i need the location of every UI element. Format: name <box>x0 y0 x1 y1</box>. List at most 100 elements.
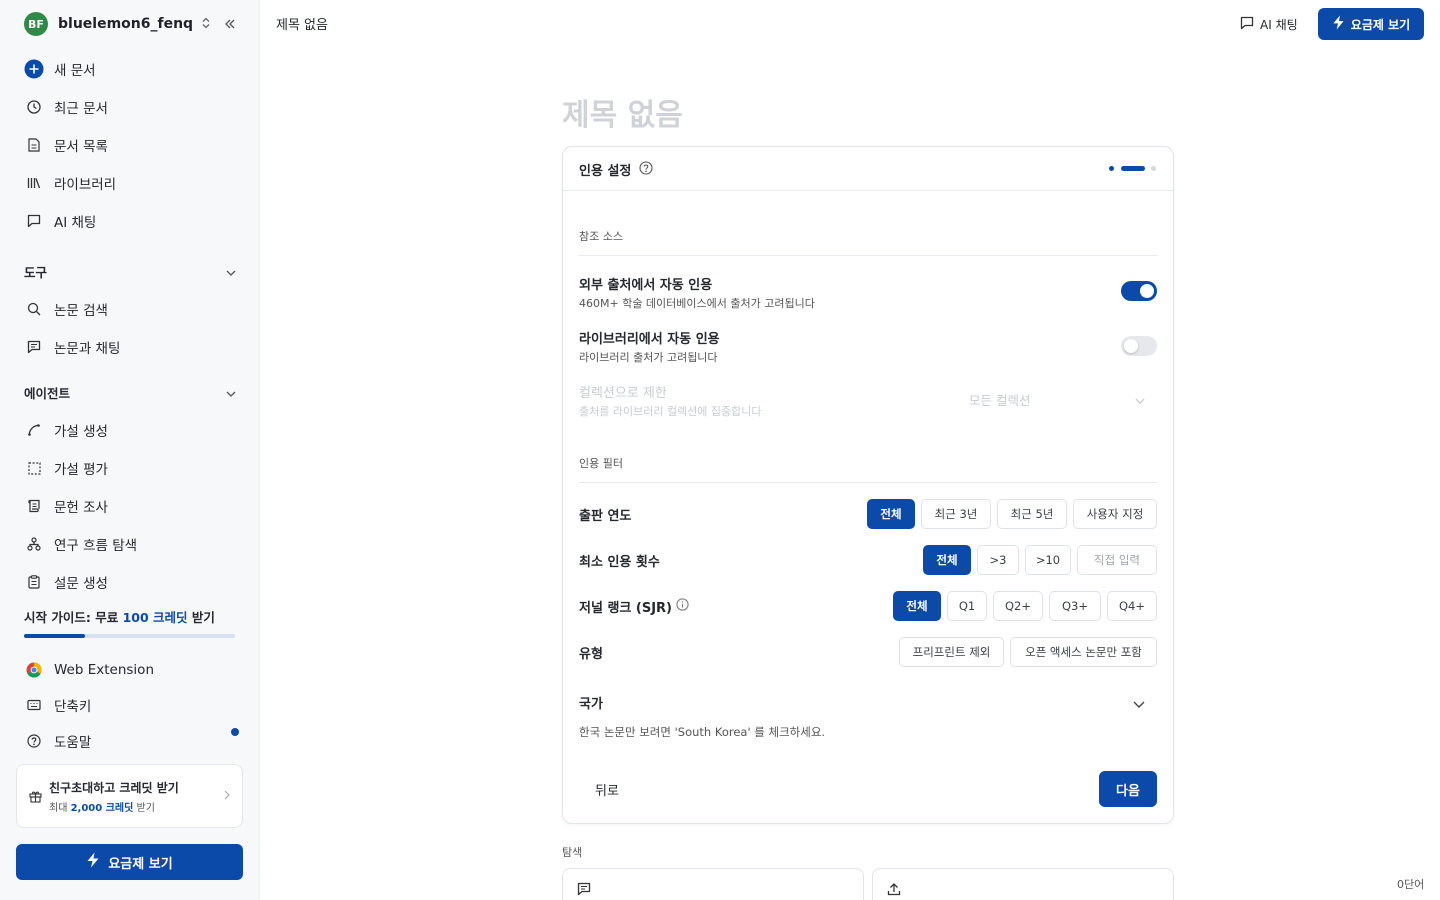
divider <box>579 482 1157 483</box>
help-icon[interactable] <box>639 160 653 179</box>
sidebar-item-paper-search[interactable]: 논문 검색 <box>24 297 108 321</box>
sidebar-item-recent[interactable]: 최근 문서 <box>24 95 108 119</box>
country-label[interactable]: 국가 <box>579 693 603 712</box>
gift-icon <box>27 790 43 803</box>
external-citation-toggle[interactable] <box>1121 281 1157 301</box>
year-5y-pill[interactable]: 최근 5년 <box>997 499 1067 529</box>
sidebar-item-paper-chat[interactable]: 논문과 채팅 <box>24 335 120 359</box>
sidebar-item-library[interactable]: 라이브러리 <box>24 171 116 195</box>
sidebar-item-doc-list[interactable]: 문서 목록 <box>24 133 108 157</box>
help-icon <box>24 731 44 751</box>
sidebar-item-hypothesis-gen[interactable]: 가설 생성 <box>24 418 108 442</box>
sidebar-item-label: 문헌 조사 <box>54 500 108 516</box>
sidebar-item-label: 논문과 채팅 <box>54 341 121 357</box>
sidebar-item-label: 가설 생성 <box>54 424 108 440</box>
invite-friends-card[interactable]: 친구초대하고 크레딧 받기 최대 2,000 크레딧 받기 <box>16 764 243 828</box>
year-custom-pill[interactable]: 사용자 지정 <box>1073 499 1157 529</box>
invite-subtitle: 최대 2,000 크레딧 받기 <box>49 799 179 814</box>
sidebar-item-shortcuts[interactable]: 단축키 <box>24 693 91 717</box>
invite-sub-highlight: 2,000 크레딧 <box>70 802 134 814</box>
option-desc: 라이브러리 출처가 고려됩니다 <box>579 351 718 364</box>
sjr-q2-pill[interactable]: Q2+ <box>993 591 1043 621</box>
citations-gt10-pill[interactable]: >10 <box>1025 545 1071 575</box>
citations-custom-input[interactable]: 직접 입력 <box>1077 545 1157 575</box>
exclude-preprint-pill[interactable]: 프리프린트 제외 <box>899 637 1004 667</box>
sidebar-item-survey-gen[interactable]: 설문 생성 <box>24 570 108 594</box>
curve-icon <box>24 420 44 440</box>
upload-icon <box>887 881 901 900</box>
citation-settings-card: 인용 설정 참조 소스 외부 출처에서 자동 인용 460M+ 학술 데이터베이… <box>562 146 1174 824</box>
guide-progress-bar <box>24 634 235 638</box>
collection-select[interactable]: 모든 컬렉션 <box>969 382 1157 416</box>
invite-sub-suffix: 받기 <box>133 802 155 814</box>
sjr-q4-pill[interactable]: Q4+ <box>1107 591 1157 621</box>
open-access-pill[interactable]: 오픈 액세스 논문만 포함 <box>1010 637 1157 667</box>
chevron-down-icon[interactable] <box>1133 694 1145 713</box>
document-title-breadcrumb[interactable]: 제목 없음 <box>276 14 328 33</box>
ai-chat-button[interactable]: AI 채팅 <box>1240 14 1298 34</box>
avatar: BF <box>24 12 48 36</box>
filter-label: 출판 연도 <box>579 509 632 524</box>
step-dot-2 <box>1121 166 1145 171</box>
filter-label: 저널 랭크 (SJR) <box>579 601 672 616</box>
library-citation-toggle[interactable] <box>1121 336 1157 356</box>
app-root: BF bluelemon6_fenq 새 문서 최근 문서 문서 목록 라이브러… <box>0 0 1440 900</box>
step-dot-3 <box>1151 166 1156 171</box>
sjr-q3-pill[interactable]: Q3+ <box>1049 591 1101 621</box>
explore-card-chat[interactable] <box>562 868 864 900</box>
upgrade-label: 요금제 보기 <box>108 856 173 872</box>
lightning-icon <box>1332 15 1345 33</box>
sidebar-item-new-doc[interactable]: 새 문서 <box>24 57 96 81</box>
sidebar-upgrade-button[interactable]: 요금제 보기 <box>16 844 243 880</box>
citations-gt3-pill[interactable]: >3 <box>977 545 1019 575</box>
section-tools-toggle[interactable]: 도구 <box>24 261 236 281</box>
filter-label: 최소 인용 횟수 <box>579 555 660 570</box>
guide-suffix: 받기 <box>187 610 215 625</box>
card-header: 인용 설정 <box>563 147 1173 191</box>
workspace-switcher[interactable]: BF bluelemon6_fenq <box>24 12 211 36</box>
chat-icon <box>24 211 44 231</box>
year-3y-pill[interactable]: 최근 3년 <box>921 499 991 529</box>
sidebar-item-hypothesis-eval[interactable]: 가설 평가 <box>24 456 108 480</box>
sjr-q1-pill[interactable]: Q1 <box>947 591 987 621</box>
sidebar-item-ai-chat[interactable]: AI 채팅 <box>24 209 96 233</box>
card-title-row: 인용 설정 <box>579 160 653 179</box>
sidebar-item-web-extension[interactable]: Web Extension <box>24 658 154 682</box>
sidebar-item-label: 가설 평가 <box>54 462 108 478</box>
explore-label: 탐색 <box>562 846 583 859</box>
clock-icon <box>24 97 44 117</box>
explore-card-upload[interactable] <box>872 868 1174 900</box>
document-title-input[interactable]: 제목 없음 <box>562 90 683 134</box>
top-upgrade-button[interactable]: 요금제 보기 <box>1318 8 1424 40</box>
collapse-sidebar-icon[interactable] <box>220 14 240 34</box>
section-agents-toggle[interactable]: 에이전트 <box>24 382 236 402</box>
filter-section-label: 인용 필터 <box>579 457 623 470</box>
citations-all-pill[interactable]: 전체 <box>923 545 971 575</box>
sidebar-item-label: 최근 문서 <box>54 101 108 117</box>
sidebar-item-literature-review[interactable]: 문헌 조사 <box>24 494 108 518</box>
sjr-all-pill[interactable]: 전체 <box>893 591 941 621</box>
sidebar-item-label: 라이브러리 <box>54 177 117 193</box>
chevron-right-icon <box>224 789 230 803</box>
sidebar-item-label: 도움말 <box>54 735 92 751</box>
back-button[interactable]: 뒤로 <box>595 780 619 799</box>
document-icon <box>24 135 44 155</box>
invite-title: 친구초대하고 크레딧 받기 <box>49 780 179 795</box>
collection-select-value: 모든 컬렉션 <box>969 392 1031 408</box>
ai-chat-label: AI 채팅 <box>1260 17 1298 32</box>
sidebar-item-label: Web Extension <box>54 662 154 678</box>
clipboard-icon <box>24 572 44 592</box>
info-icon[interactable] <box>676 598 689 615</box>
step-dot-1 <box>1109 166 1114 171</box>
next-button[interactable]: 다음 <box>1099 771 1157 807</box>
sidebar-item-research-flow[interactable]: 연구 흐름 탐색 <box>24 532 137 556</box>
library-icon <box>24 173 44 193</box>
sidebar-item-help[interactable]: 도움말 <box>24 729 91 753</box>
notification-dot <box>231 728 239 736</box>
country-hint: 한국 논문만 보려면 'South Korea' 를 체크하세요. <box>579 725 826 739</box>
onboarding-guide[interactable]: 시작 가이드: 무료 100 크레딧 받기 <box>24 607 215 626</box>
year-all-pill[interactable]: 전체 <box>867 499 915 529</box>
chevron-down-icon <box>226 264 236 279</box>
workspace-name: bluelemon6_fenq <box>58 16 194 32</box>
guide-highlight: 100 크레딧 <box>122 610 188 625</box>
